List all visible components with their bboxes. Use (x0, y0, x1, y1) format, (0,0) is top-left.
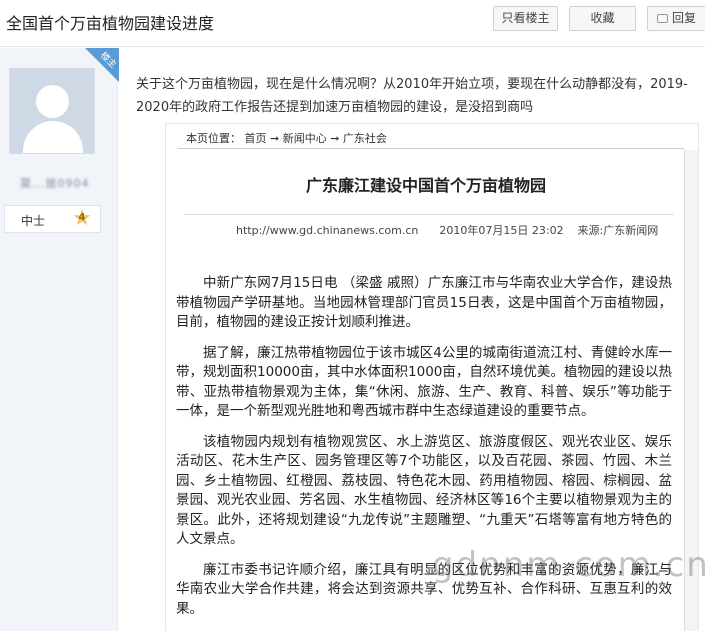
news-breadcrumb: 本页位置： 首页 ➞ 新闻中心 ➞ 广东社会 (186, 132, 387, 145)
news-paragraph: 据了解，廉江热带植物园位于该市城区4公里的城南街道流江村、青健岭水库一带，规划面… (176, 344, 672, 420)
divider (178, 148, 684, 149)
owner-only-button[interactable]: 只看楼主 (493, 6, 558, 31)
avatar[interactable] (9, 68, 95, 154)
watermark: gdnnm.com.cn (432, 545, 705, 585)
owner-badge: 楼主 (85, 48, 119, 82)
divider (184, 214, 674, 215)
author-rank: 中士 ★ 4 (4, 205, 101, 233)
news-paragraph: 该植物园内规划有植物观赏区、水上游览区、旅游度假区、观光农业区、娱乐活动区、花木… (176, 433, 672, 548)
news-paragraph: 中新广东网7月15日电 （梁盛 戚照）广东廉江市与华南农业大学合作，建设热带植物… (176, 275, 672, 330)
avatar-head-icon (36, 85, 69, 118)
author-username[interactable]: 莫...旅0904 (20, 175, 89, 191)
news-meta: http://www.gd.chinanews.com.cn 2010年07月1… (236, 224, 659, 237)
thread-title: 全国首个万亩植物园建设进度 (6, 14, 215, 33)
thread-header: 全国首个万亩植物园建设进度 只看楼主 收藏 回复 (0, 0, 705, 47)
reply-label: 回复 (671, 11, 696, 25)
author-sidebar: 莫...旅0904 中士 ★ 4 (0, 48, 118, 631)
favorite-button[interactable]: 收藏 (569, 6, 636, 31)
avatar-body-icon (23, 121, 83, 153)
level-number: 4 (78, 212, 86, 223)
post-content: 关于这个万亩植物园，现在是什么情况啊？从2010年开始立项，要现在什么动静都没有… (136, 77, 688, 115)
rank-label: 中士 (21, 214, 46, 228)
reply-button[interactable]: 回复 (647, 6, 705, 31)
news-title: 广东廉江建设中国首个万亩植物园 (305, 176, 546, 195)
reply-icon (657, 14, 668, 23)
